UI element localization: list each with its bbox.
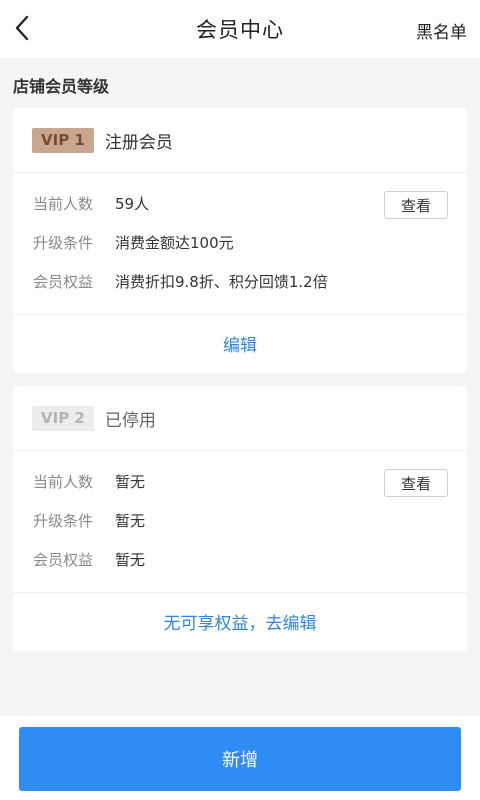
edit-benefits-link[interactable]: 无可享权益，去编辑 — [13, 593, 467, 650]
nav-bar: 会员中心 黑名单 — [0, 0, 480, 58]
page-title: 会员中心 — [196, 18, 284, 42]
detail-label: 会员权益 — [33, 273, 94, 291]
level-card-vip2: VIP 2 已停用 当前人数 暂无 升级条件 暂无 会员权益 暂无 查看 无可享… — [13, 386, 467, 651]
level-details: 当前人数 59人 升级条件 消费金额达100元 会员权益 消费折扣9.8折、积分… — [13, 173, 467, 315]
level-name: 已停用 — [104, 410, 156, 431]
level-details: 当前人数 暂无 升级条件 暂无 会员权益 暂无 查看 — [13, 451, 467, 593]
level-card-vip1: VIP 1 注册会员 当前人数 59人 升级条件 消费金额达100元 会员权益 … — [13, 108, 467, 373]
detail-row-benefits: 会员权益 消费折扣9.8折、积分回馈1.2倍 — [33, 271, 328, 292]
detail-label: 会员权益 — [33, 551, 94, 569]
detail-label: 当前人数 — [33, 473, 94, 491]
level-name: 注册会员 — [104, 132, 173, 153]
chevron-left-icon — [15, 15, 29, 41]
level-card-header: VIP 2 已停用 — [13, 386, 467, 451]
back-button[interactable] — [6, 10, 38, 46]
detail-value: 59人 — [115, 195, 150, 213]
detail-value: 暂无 — [115, 551, 146, 569]
detail-value: 暂无 — [115, 512, 146, 530]
detail-row-members: 当前人数 59人 — [33, 193, 149, 214]
vip-badge: VIP 1 — [32, 127, 94, 153]
detail-label: 当前人数 — [33, 195, 94, 213]
detail-value: 消费金额达100元 — [115, 234, 234, 252]
detail-label: 升级条件 — [33, 512, 94, 530]
add-level-button[interactable]: 新增 — [19, 727, 461, 791]
vip-badge: VIP 2 — [32, 405, 94, 431]
detail-row-upgrade: 升级条件 暂无 — [33, 510, 145, 531]
detail-value: 消费折扣9.8折、积分回馈1.2倍 — [115, 273, 328, 291]
edit-link[interactable]: 编辑 — [13, 315, 467, 372]
detail-row-benefits: 会员权益 暂无 — [33, 549, 145, 570]
view-members-button[interactable]: 查看 — [384, 191, 448, 219]
detail-row-upgrade: 升级条件 消费金额达100元 — [33, 232, 234, 253]
section-title: 店铺会员等级 — [13, 77, 110, 96]
bottom-action-bar: 新增 — [0, 716, 480, 800]
blacklist-link[interactable]: 黑名单 — [416, 18, 467, 43]
view-members-button[interactable]: 查看 — [384, 469, 448, 497]
detail-label: 升级条件 — [33, 234, 94, 252]
detail-value: 暂无 — [115, 473, 146, 491]
level-card-header: VIP 1 注册会员 — [13, 108, 467, 173]
detail-row-members: 当前人数 暂无 — [33, 471, 145, 492]
